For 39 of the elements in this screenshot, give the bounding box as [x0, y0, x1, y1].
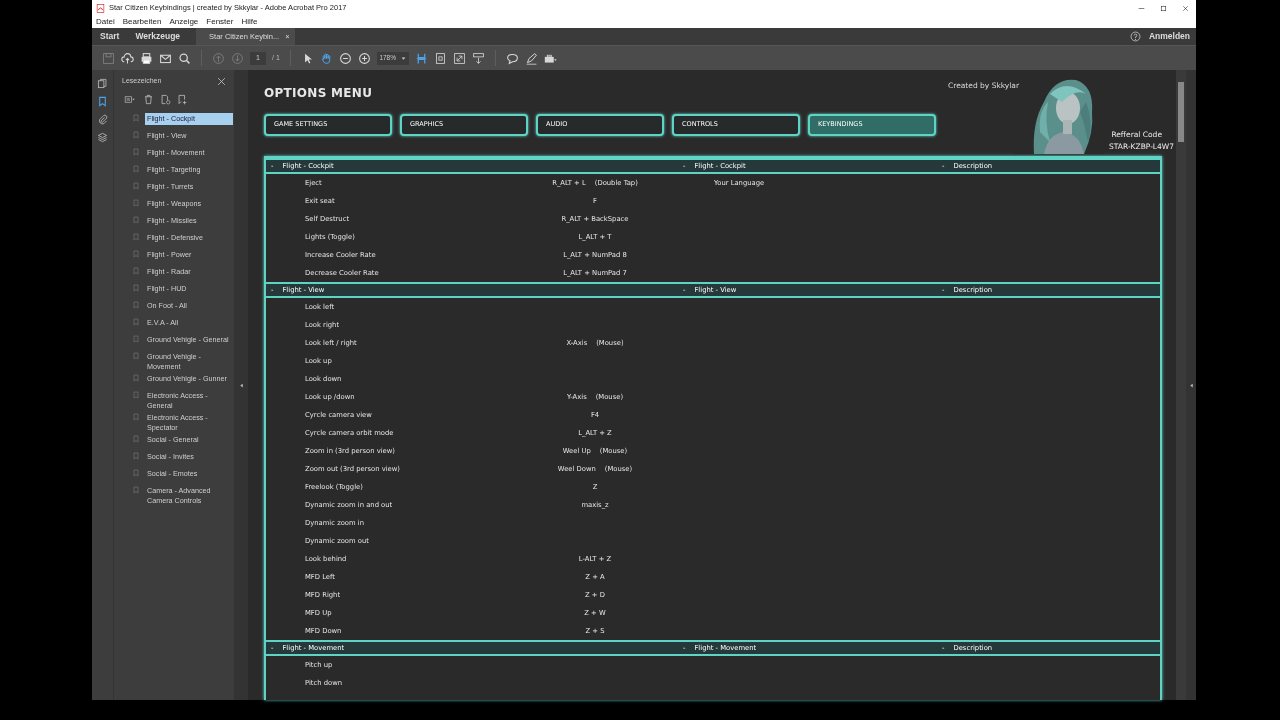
maximize-icon[interactable]: [1158, 3, 1168, 13]
close-icon[interactable]: [217, 76, 226, 86]
menu-item[interactable]: Anzeige: [169, 16, 199, 28]
new-bookmark-icon[interactable]: [177, 94, 188, 105]
sign-in-link[interactable]: Anmelden: [1148, 30, 1190, 43]
paperclip-icon[interactable]: [97, 114, 108, 125]
search-icon[interactable]: [178, 51, 191, 65]
bookmark-icon: [132, 412, 140, 422]
menu-item[interactable]: Datei: [96, 16, 115, 28]
hand-icon[interactable]: [319, 51, 333, 65]
expand-arrow-icon[interactable]: [1188, 381, 1194, 389]
add-bookmark-icon[interactable]: [160, 94, 171, 105]
page-heading: OPTIONS MENU: [264, 85, 374, 102]
pdf-icon: [96, 3, 105, 13]
pages-icon[interactable]: [97, 78, 108, 89]
tab[interactable]: Start: [92, 28, 128, 45]
help-icon[interactable]: [1129, 31, 1141, 42]
cloud-upload-icon[interactable]: [121, 51, 134, 65]
fit-page-icon[interactable]: [433, 51, 447, 65]
fit-width-icon[interactable]: [414, 51, 428, 65]
collapse-arrow-icon[interactable]: [238, 381, 244, 389]
menu-item[interactable]: Hilfe: [241, 16, 258, 28]
trash-icon[interactable]: [143, 94, 154, 105]
caret-icon: [401, 55, 407, 61]
print-icon[interactable]: [140, 51, 153, 65]
options-icon[interactable]: [123, 94, 137, 105]
zoom-in-icon[interactable]: [357, 51, 371, 65]
bookmark-icon[interactable]: [97, 96, 108, 107]
comment-icon[interactable]: [505, 51, 519, 65]
layers-icon[interactable]: [97, 132, 108, 143]
scroll-mode-icon[interactable]: [471, 51, 485, 65]
menu-item[interactable]: Fenster: [206, 16, 234, 28]
menu-item[interactable]: Bearbeiten: [122, 16, 162, 28]
close-icon[interactable]: [1180, 3, 1190, 13]
fullscreen-icon[interactable]: [452, 51, 466, 65]
pen-icon[interactable]: [524, 51, 538, 65]
scrollbar-thumb[interactable]: [1178, 82, 1184, 142]
tab[interactable]: Werkzeuge: [127, 28, 189, 45]
zoom-out-icon[interactable]: [338, 51, 352, 65]
